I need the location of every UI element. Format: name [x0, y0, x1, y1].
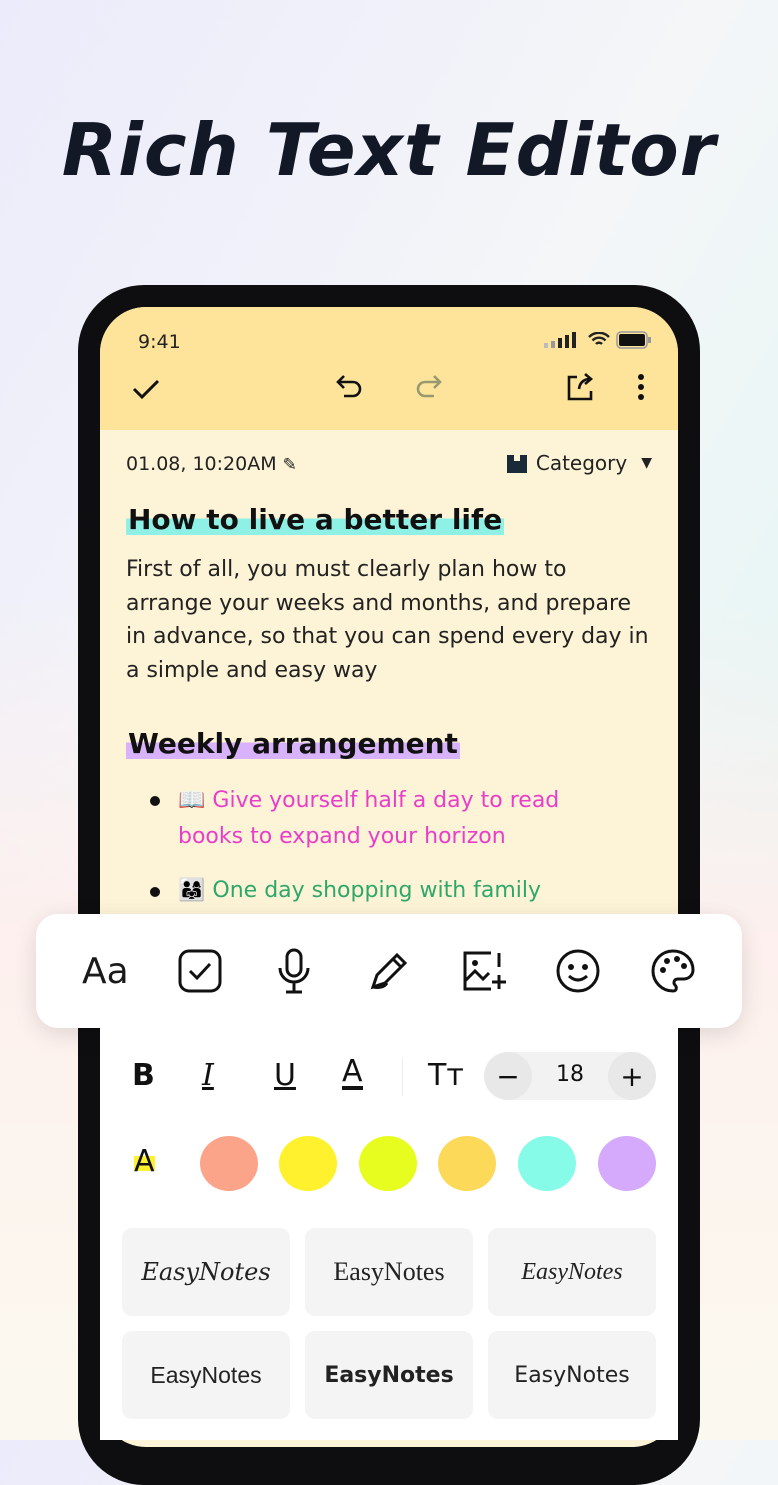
bullet-dot — [150, 887, 160, 897]
caret-down-icon: ▼ — [641, 455, 652, 471]
note-paragraph[interactable]: First of all, you must clearly plan how … — [126, 553, 656, 687]
font-icon[interactable]: Aa — [77, 943, 133, 999]
note-datetime: 01.08, 10:20AM ✎ — [126, 453, 297, 475]
highlight-swatch[interactable] — [200, 1136, 258, 1191]
redo-icon[interactable] — [410, 369, 446, 405]
font-option[interactable]: EasyNotes — [305, 1228, 473, 1316]
status-icons — [544, 331, 652, 349]
microphone-icon[interactable] — [266, 943, 322, 999]
highlight-swatch[interactable] — [518, 1136, 576, 1191]
font-option[interactable]: EasyNotes — [122, 1331, 290, 1419]
increase-size-button[interactable]: + — [608, 1052, 656, 1100]
status-time: 9:41 — [138, 331, 181, 353]
category-label: Category — [535, 451, 628, 475]
text-size-icon[interactable]: Tт — [428, 1058, 464, 1093]
heading-1[interactable]: How to live a better life — [126, 505, 505, 535]
underline-button[interactable]: U — [274, 1058, 296, 1093]
battery-icon — [616, 331, 651, 349]
checkbox-icon[interactable] — [172, 943, 228, 999]
divider — [402, 1058, 403, 1096]
image-add-icon[interactable] — [456, 943, 512, 999]
list-item[interactable]: 👨‍👩‍👧 One day shopping with family — [178, 873, 541, 909]
font-option[interactable]: EasyNotes — [488, 1331, 656, 1419]
edit-pencil-icon[interactable]: ✎ — [283, 455, 297, 475]
wifi-icon — [588, 332, 610, 345]
italic-button[interactable]: I — [202, 1058, 214, 1093]
datetime-text: 01.08, 10:20AM — [126, 453, 277, 475]
highlight-button[interactable]: A — [134, 1147, 155, 1177]
list-item-text: Give yourself half a day to read — [212, 788, 560, 813]
highlight-swatch[interactable] — [598, 1136, 656, 1191]
font-size-value: 18 — [556, 1062, 584, 1087]
list-item[interactable]: 📖 Give yourself half a day to read books … — [178, 783, 559, 855]
font-option[interactable]: EasyNotes — [488, 1228, 656, 1316]
list-item-text-line2: books to expand your horizon — [178, 824, 506, 849]
text-color-button[interactable]: A — [342, 1057, 363, 1090]
book-emoji-icon: 📖 — [178, 788, 206, 813]
pen-icon[interactable] — [361, 943, 417, 999]
highlight-swatch[interactable] — [438, 1136, 496, 1191]
headline: Rich Text Editor — [61, 108, 717, 192]
editor-header: 9:41 — [100, 307, 678, 430]
bold-button[interactable]: B — [132, 1058, 155, 1093]
highlight-swatch[interactable] — [359, 1136, 417, 1191]
bullet-dot — [150, 796, 160, 806]
undo-icon[interactable] — [332, 369, 368, 405]
check-icon[interactable] — [128, 371, 164, 407]
category-dropdown[interactable]: Category ▼ — [506, 451, 652, 475]
decrease-size-button[interactable]: − — [484, 1052, 532, 1100]
highlight-swatch[interactable] — [279, 1136, 337, 1191]
family-emoji-icon: 👨‍👩‍👧 — [178, 878, 206, 903]
more-vertical-icon[interactable] — [626, 369, 656, 405]
editor-toolbar: Aa — [36, 914, 742, 1028]
font-option[interactable]: EasyNotes — [305, 1331, 473, 1419]
font-option[interactable]: EasyNotes — [122, 1228, 290, 1316]
share-icon[interactable] — [562, 369, 598, 405]
emoji-icon[interactable] — [550, 943, 606, 999]
palette-icon[interactable] — [645, 943, 701, 999]
folder-icon — [506, 455, 527, 473]
signal-icon — [544, 332, 576, 348]
font-size-stepper: − 18 + — [484, 1052, 656, 1100]
heading-2[interactable]: Weekly arrangement — [126, 729, 460, 759]
list-item-text: One day shopping with family — [212, 878, 542, 903]
